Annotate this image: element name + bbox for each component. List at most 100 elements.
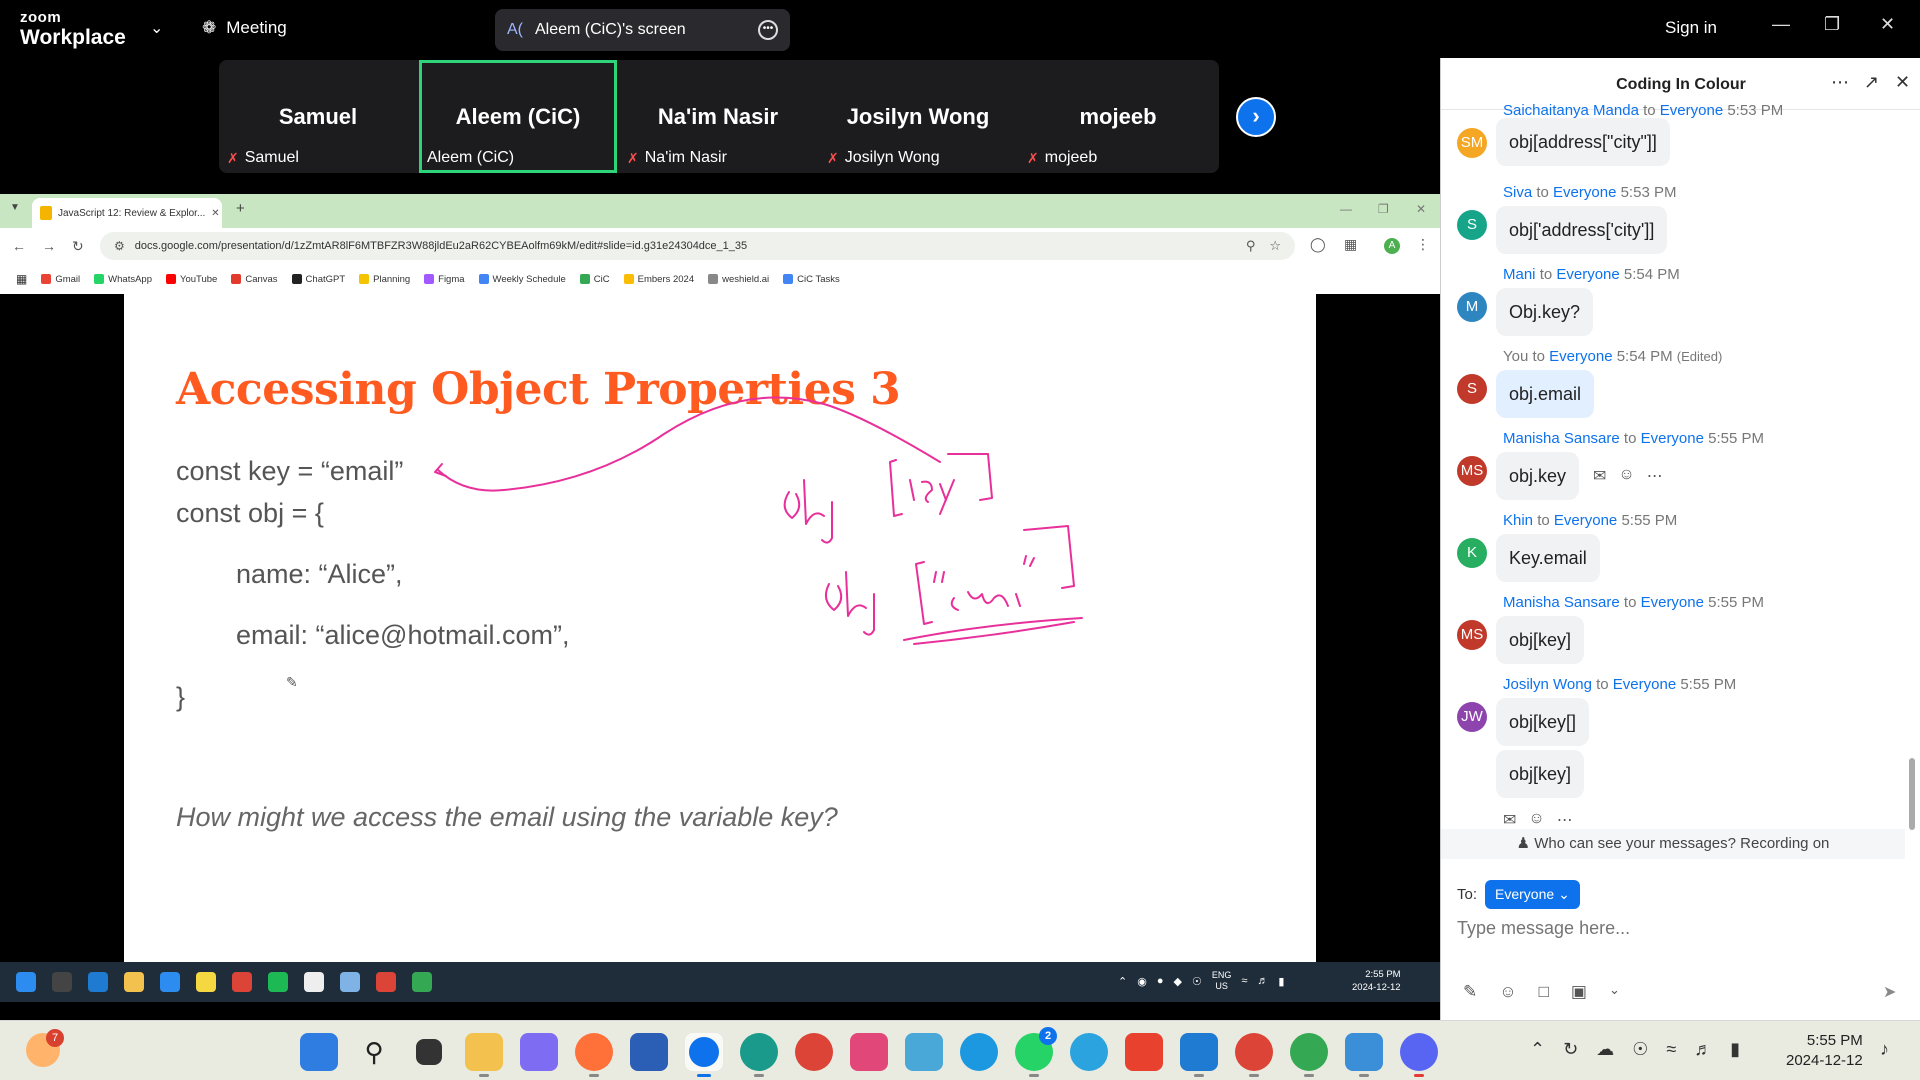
chrome-icon[interactable] (232, 972, 252, 992)
message-sender[interactable]: Khin (1503, 512, 1533, 529)
message-sender[interactable]: Manisha Sansare (1503, 594, 1620, 611)
tab-search-icon[interactable]: ▼ (10, 202, 20, 213)
bookmark-item[interactable]: Figma (424, 274, 465, 285)
sticky-notes-icon[interactable] (196, 972, 216, 992)
bookmark-item[interactable]: weshield.ai (708, 274, 769, 285)
participant-tile[interactable]: Na'im Nasir ✗ Na'im Nasir (619, 60, 817, 173)
photos-icon[interactable] (1345, 1033, 1383, 1077)
chevron-down-icon[interactable]: ⌄ (150, 18, 163, 38)
visibility-notice[interactable]: ♟ Who can see your messages? Recording o… (1441, 829, 1905, 859)
bookmark-item[interactable]: CiC (579, 274, 610, 285)
bookmark-item[interactable]: Gmail (41, 274, 80, 285)
send-icon[interactable]: ➤ (1883, 982, 1896, 1002)
apps-grid-icon[interactable]: ▦ (16, 272, 27, 286)
browser-close-icon[interactable]: ✕ (1416, 202, 1426, 216)
reply-icon[interactable]: ✉ (1503, 810, 1516, 830)
tray-language[interactable]: ENG US (1212, 970, 1232, 992)
wifi-icon[interactable]: ≈ (1666, 1039, 1676, 1060)
windows-start-icon[interactable] (16, 972, 36, 992)
message-sender[interactable]: Manisha Sansare (1503, 430, 1620, 447)
message-bubble[interactable]: obj.key (1496, 452, 1580, 500)
message-sender[interactable]: Saichaitanya Manda (1503, 102, 1639, 119)
system-clock[interactable]: 5:55 PM 2024-12-12 (1786, 1031, 1863, 1071)
chat-scrollbar[interactable] (1909, 758, 1915, 830)
next-participants-button[interactable]: › (1236, 97, 1276, 137)
vscode-icon[interactable] (1180, 1033, 1218, 1077)
file-explorer-icon[interactable] (124, 972, 144, 992)
more-icon[interactable]: ••• (758, 20, 778, 40)
bookmark-item[interactable]: Embers 2024 (623, 274, 694, 285)
bookmark-item[interactable]: Weekly Schedule (478, 274, 566, 285)
participant-tile[interactable]: mojeeb ✗ mojeeb (1019, 60, 1217, 173)
recipient-dropdown[interactable]: Everyone ⌄ (1485, 880, 1580, 909)
bookmark-item[interactable]: WhatsApp (94, 274, 152, 285)
chrome-profile-icon[interactable] (376, 972, 396, 992)
message-bubble[interactable]: obj.email (1496, 370, 1595, 418)
message-sender[interactable]: Siva (1503, 184, 1532, 201)
restore-icon[interactable]: ❐ (1824, 14, 1840, 35)
tray-chevron-icon[interactable]: ⌃ (1530, 1039, 1545, 1060)
chrome-icon[interactable] (795, 1033, 833, 1071)
zoom-lens-icon[interactable]: ⚲ (1246, 238, 1256, 254)
store-icon[interactable] (630, 1033, 668, 1071)
message-sender[interactable]: Mani (1503, 266, 1536, 283)
mic-icon[interactable]: ☉ (1632, 1039, 1648, 1060)
extension-icon[interactable]: ◯ (1310, 236, 1326, 253)
chevron-down-icon[interactable]: ⌄ (1609, 982, 1620, 1002)
whatsapp-icon[interactable]: 2 (1015, 1027, 1057, 1077)
copilot-icon[interactable] (520, 1033, 558, 1071)
message-bubble[interactable]: Obj.key? (1496, 288, 1594, 336)
format-icon[interactable]: ✎ (1463, 982, 1477, 1002)
puzzle-icon[interactable]: ▦ (1344, 236, 1357, 253)
browser-restore-icon[interactable]: ❐ (1378, 202, 1389, 216)
weather-widget[interactable]: 7 (26, 1029, 64, 1067)
anydesk-icon[interactable] (1125, 1033, 1163, 1071)
forward-icon[interactable]: → (42, 238, 56, 254)
emoji-icon[interactable]: ☺ (1499, 982, 1516, 1002)
chrome-menu-icon[interactable]: ⋮ (1416, 236, 1430, 253)
chrome-profile-2-icon[interactable] (412, 972, 432, 992)
message-bubble[interactable]: obj[key] (1496, 616, 1585, 664)
reply-icon[interactable]: ✉ (1593, 466, 1606, 486)
new-tab-icon[interactable]: + (236, 200, 245, 217)
back-icon[interactable]: ← (12, 238, 26, 254)
more-actions-icon[interactable]: ⋯ (1557, 810, 1573, 830)
edge-icon[interactable] (740, 1033, 778, 1077)
participant-tile[interactable]: Josilyn Wong ✗ Josilyn Wong (819, 60, 1017, 173)
skype-icon[interactable] (960, 1033, 998, 1071)
battery-icon[interactable]: ▮ (1730, 1039, 1740, 1060)
tray-volume-icon[interactable]: ♬ (1257, 975, 1268, 987)
notepad-icon[interactable] (340, 972, 360, 992)
share-indicator[interactable]: A( Aleem (CiC)'s screen ••• (495, 9, 790, 51)
close-icon[interactable]: ✕ (1880, 14, 1895, 35)
terminal-icon[interactable] (52, 972, 72, 992)
chat-more-icon[interactable]: ⋯ (1831, 72, 1849, 93)
telegram-icon[interactable] (1070, 1033, 1108, 1071)
volume-icon[interactable]: ♬ (1694, 1039, 1712, 1060)
snipping-tool-icon[interactable] (850, 1033, 888, 1071)
capcut-icon[interactable] (304, 972, 324, 992)
remote-desktop-icon[interactable] (905, 1033, 943, 1071)
tray-wifi-icon[interactable]: ≈ (1241, 975, 1247, 987)
task-view-icon[interactable] (416, 1039, 442, 1065)
site-info-icon[interactable]: ⚙ (114, 239, 125, 253)
emoji-react-icon[interactable]: ☺ (1618, 466, 1634, 486)
windows-start-icon[interactable] (300, 1033, 338, 1071)
message-bubble[interactable]: obj[key] (1496, 750, 1585, 798)
zoom-app-icon[interactable] (160, 972, 180, 992)
firefox-icon[interactable] (575, 1033, 613, 1077)
browser-tab[interactable]: JavaScript 12: Review & Explor... ✕ (32, 198, 222, 228)
chat-close-icon[interactable]: ✕ (1895, 72, 1910, 93)
notification-bell-icon[interactable]: ♪ (1880, 1039, 1889, 1060)
bookmark-item[interactable]: CiC Tasks (783, 274, 840, 285)
message-bubble[interactable]: obj[address["city"]] (1496, 118, 1670, 166)
more-actions-icon[interactable]: ⋯ (1647, 466, 1663, 486)
chat-input[interactable] (1457, 918, 1897, 939)
file-icon[interactable]: □ (1539, 982, 1549, 1002)
vscode-icon[interactable] (88, 972, 108, 992)
zoom-app-icon[interactable] (685, 1033, 723, 1077)
search-icon[interactable]: ⚲ (355, 1033, 393, 1071)
chrome-profile-2-icon[interactable] (1290, 1033, 1328, 1077)
tray-battery-icon[interactable]: ▮ (1278, 975, 1284, 988)
spotify-icon[interactable] (268, 972, 288, 992)
